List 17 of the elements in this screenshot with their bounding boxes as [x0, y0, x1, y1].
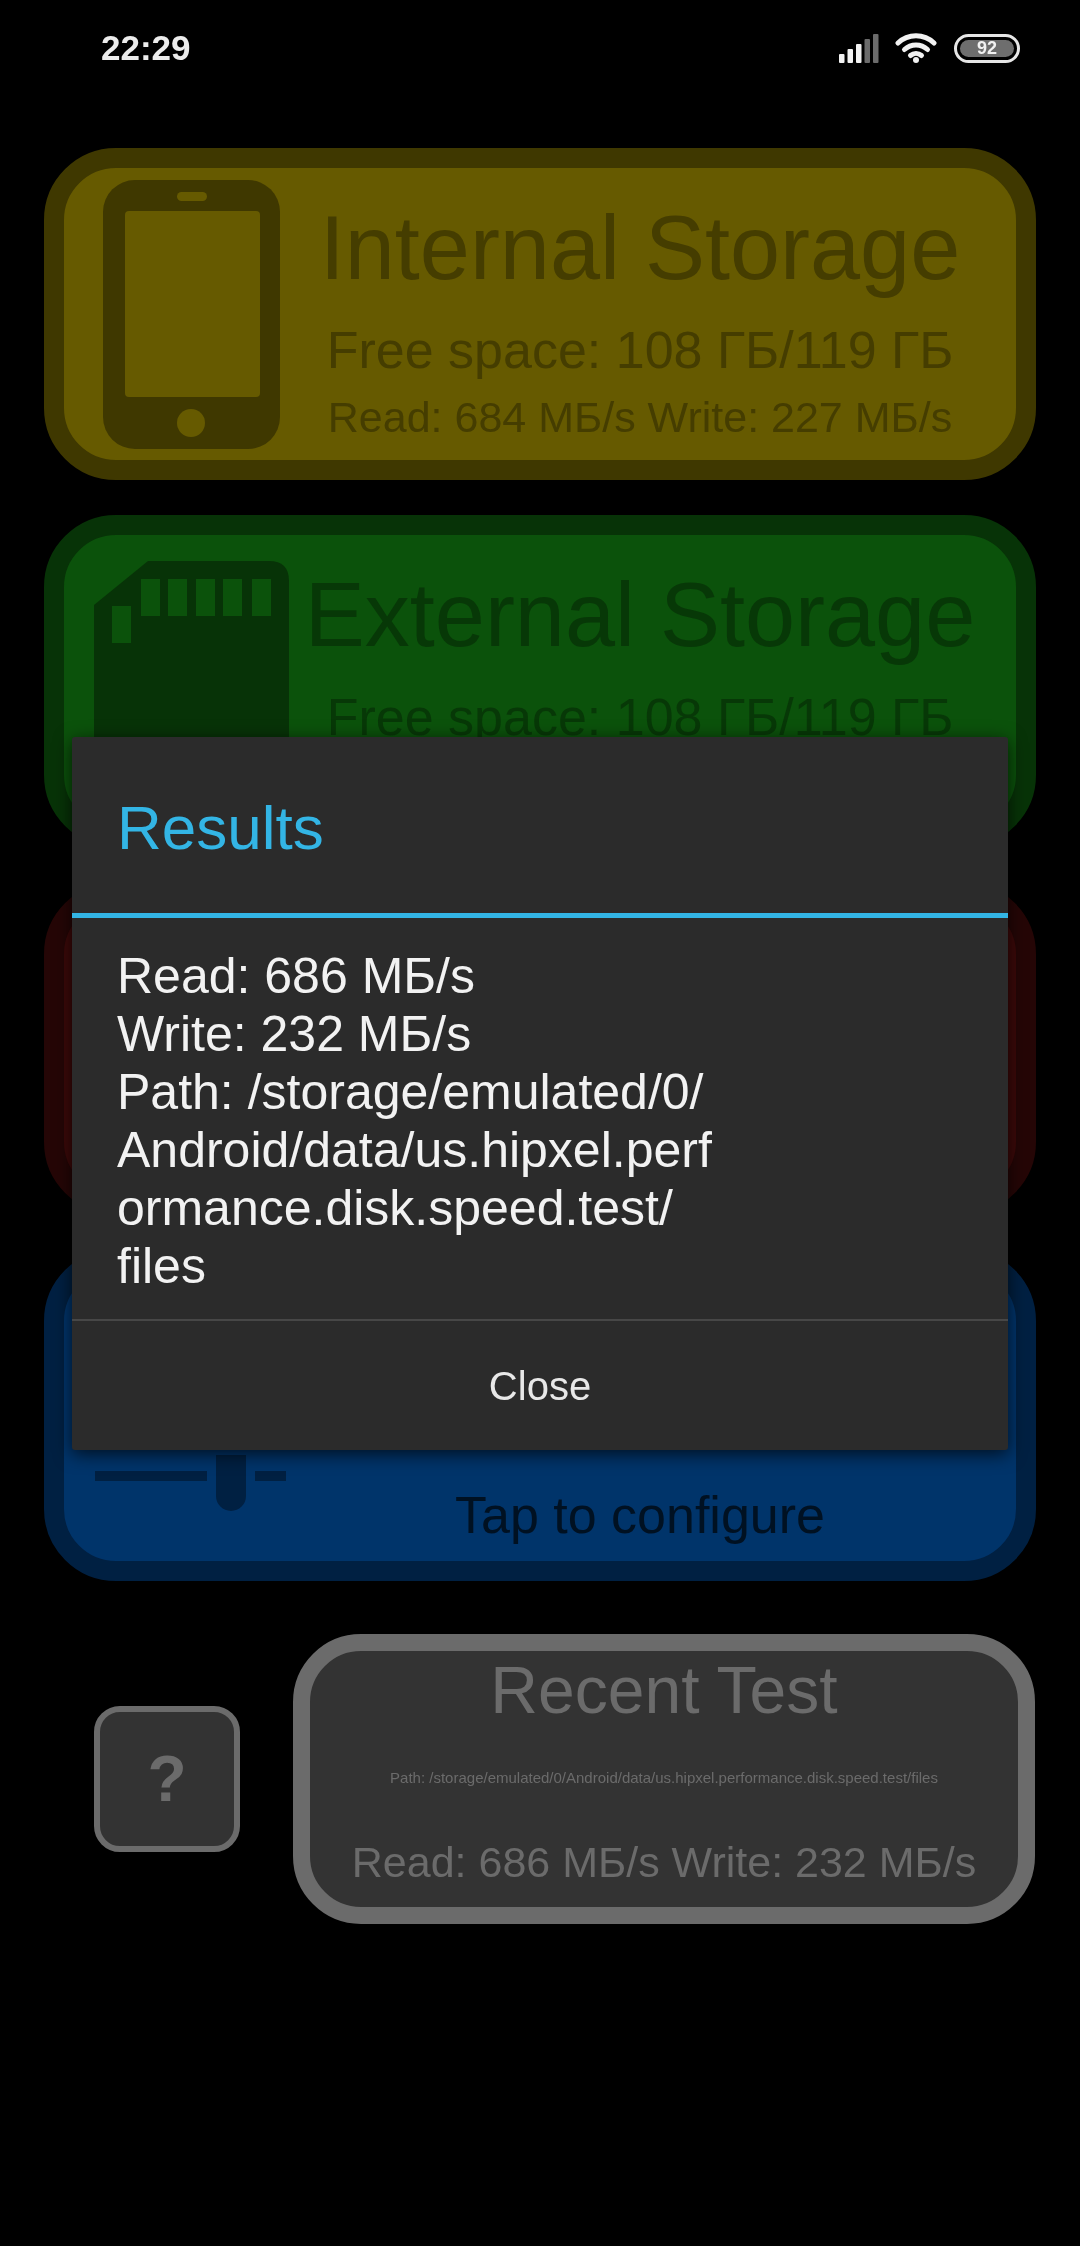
result-text: Path: /storage/emulated/0/ Android/data/us.hipxel.perf ormance.disk.speed.test/ files — [117, 1063, 712, 1295]
recent-test-card[interactable]: Recent Test Path: /storage/emulated/0/Android/data/us.hipxel.performance.disk.speed.test/files Read: 686 МБ/s Write: 232 МБ/s — [293, 1634, 1035, 1924]
hint-text: Tap to configure — [455, 1486, 825, 1546]
result-text: Write: 232 МБ/s — [117, 1005, 472, 1063]
recent-test-title: Recent Test — [490, 1653, 838, 1729]
signal-icon — [839, 33, 879, 63]
close-button[interactable]: Close — [72, 1321, 1008, 1450]
phone-icon — [103, 180, 280, 449]
clock-text: 22:29 — [101, 27, 191, 69]
wifi-icon — [895, 33, 937, 63]
result-text: Read: 686 МБ/s — [117, 947, 475, 1005]
slider-icon — [95, 1455, 286, 1511]
sd-card-icon — [94, 561, 289, 737]
speed-text: Read: 686 МБ/s Write: 232 МБ/s — [351, 1838, 977, 1888]
battery-indicator: 92 — [954, 33, 1020, 63]
path-text: Path: /storage/emulated/0/Android/data/us.hipxel.performance.disk.speed.test/files — [390, 1768, 938, 1787]
help-button[interactable]: ? — [94, 1706, 240, 1852]
